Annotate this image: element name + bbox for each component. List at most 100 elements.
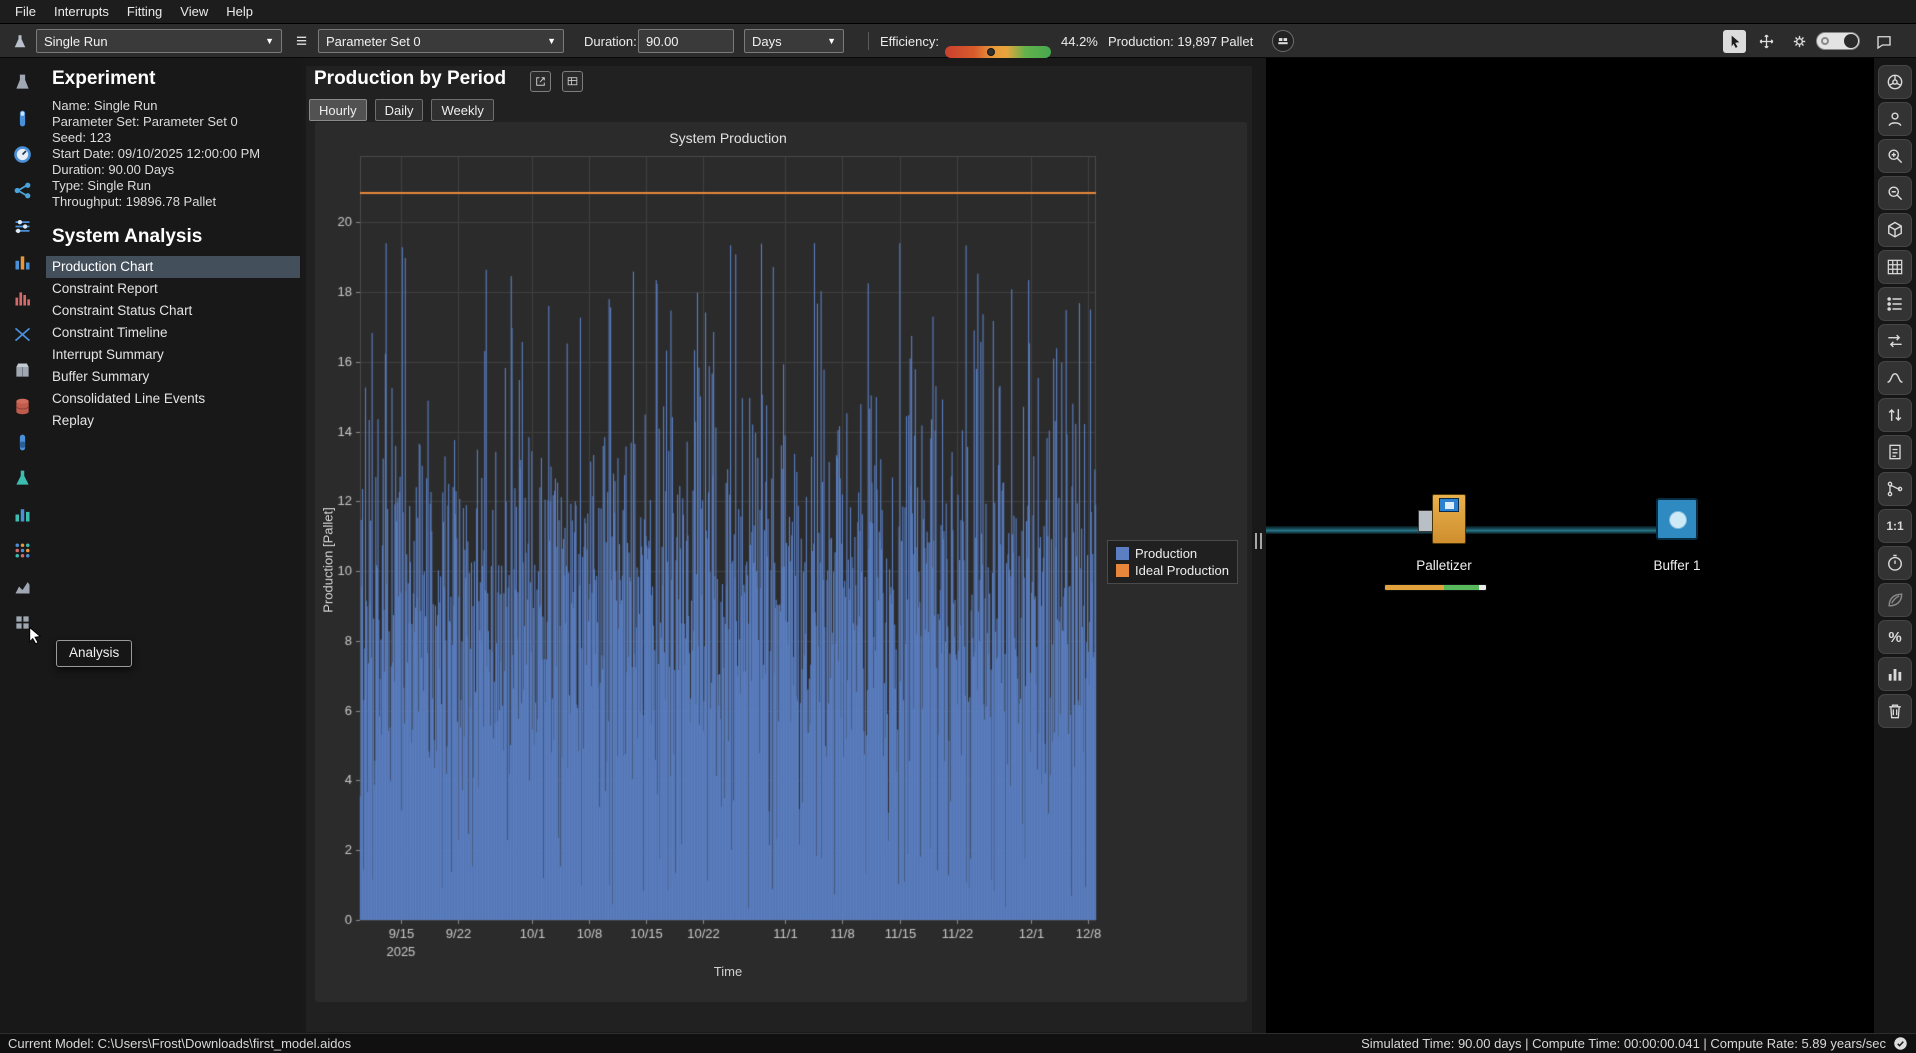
analysis-item-constraint-report[interactable]: Constraint Report xyxy=(46,278,300,300)
duration-input[interactable] xyxy=(638,29,734,53)
legend-label: Production xyxy=(1135,546,1197,561)
share-nodes-icon[interactable] xyxy=(8,176,36,204)
production-value: Production: 19,897 Pallet xyxy=(1108,24,1253,58)
analysis-item-replay[interactable]: Replay xyxy=(46,410,300,432)
menu-fitting[interactable]: Fitting xyxy=(118,0,171,23)
sort-button[interactable] xyxy=(1878,398,1912,432)
actual-size-button[interactable]: 1:1 xyxy=(1878,509,1912,543)
menu-help[interactable]: Help xyxy=(217,0,262,23)
progress-segment xyxy=(1444,585,1479,590)
statistics-button[interactable] xyxy=(1878,657,1912,691)
run-mode-select[interactable]: Single Run ▼ xyxy=(36,29,282,53)
analysis-tooltip: Analysis xyxy=(56,640,132,667)
analysis-item-constraint-status-chart[interactable]: Constraint Status Chart xyxy=(46,300,300,322)
conveyor-line[interactable] xyxy=(1266,525,1672,535)
experiment-name-field: Name: Single Run xyxy=(52,98,294,114)
menu-file[interactable]: File xyxy=(6,0,45,23)
parameter-set-select[interactable]: Parameter Set 0 ▼ xyxy=(318,29,564,53)
experiment-beaker-icon[interactable] xyxy=(8,68,36,96)
efficiency-value: 44.2% xyxy=(1061,24,1098,58)
vial-icon[interactable] xyxy=(8,428,36,456)
open-external-button[interactable] xyxy=(530,71,551,92)
zoom-in-button[interactable] xyxy=(1878,139,1912,173)
analysis-item-production-chart[interactable]: Production Chart xyxy=(46,256,300,278)
percent-button[interactable]: % xyxy=(1878,620,1912,654)
period-tabs: Hourly Daily Weekly xyxy=(309,99,494,121)
status-bar: Current Model: C:\Users\Frost\Downloads\… xyxy=(0,1033,1916,1053)
walkthrough-button[interactable] xyxy=(1878,102,1912,136)
analysis-item-constraint-timeline[interactable]: Constraint Timeline xyxy=(46,322,300,344)
grid-view-button[interactable] xyxy=(1878,250,1912,284)
menu-interrupts[interactable]: Interrupts xyxy=(45,0,118,23)
chart-title: System Production xyxy=(360,130,1096,146)
delete-button[interactable] xyxy=(1878,694,1912,728)
curve-button[interactable] xyxy=(1878,361,1912,395)
tab-hourly[interactable]: Hourly xyxy=(309,99,367,121)
y-axis-label: Production [Pallet] xyxy=(321,507,336,613)
navigate-button[interactable] xyxy=(1878,65,1912,99)
seed-gauge-icon[interactable] xyxy=(8,140,36,168)
person-icon xyxy=(1885,109,1905,129)
analysis-item-buffer-summary[interactable]: Buffer Summary xyxy=(46,366,300,388)
analysis-item-consolidated-line-events[interactable]: Consolidated Line Events xyxy=(46,388,300,410)
palletizer-infeed xyxy=(1418,510,1433,532)
analysis-bars-icon[interactable] xyxy=(8,248,36,276)
settings-button[interactable] xyxy=(1788,30,1811,53)
move-icon xyxy=(1758,33,1775,50)
select-tool-button[interactable] xyxy=(1723,30,1746,53)
open-external-icon xyxy=(534,75,547,88)
zoom-out-button[interactable] xyxy=(1878,176,1912,210)
eco-button[interactable] xyxy=(1878,583,1912,617)
panel-splitter[interactable] xyxy=(1255,533,1262,549)
duration-unit-select[interactable]: Days ▼ xyxy=(744,29,844,53)
experiment-throughput-field: Throughput: 19896.78 Pallet xyxy=(52,194,294,210)
database-icon[interactable] xyxy=(8,392,36,420)
swap-button[interactable] xyxy=(1878,324,1912,358)
bar-chart-icon[interactable] xyxy=(8,500,36,528)
parameter-vial-icon[interactable] xyxy=(8,104,36,132)
caret-down-icon: ▼ xyxy=(539,36,556,46)
current-model-path: Current Model: C:\Users\Frost\Downloads\… xyxy=(8,1036,351,1051)
analysis-item-interrupt-summary[interactable]: Interrupt Summary xyxy=(46,344,300,366)
menu-view[interactable]: View xyxy=(171,0,217,23)
production-pallet-button[interactable] xyxy=(1272,30,1294,52)
tab-daily[interactable]: Daily xyxy=(375,99,424,121)
menu-toggle-button[interactable]: ≡ xyxy=(290,30,313,53)
experiment-parameter-set-field: Parameter Set: Parameter Set 0 xyxy=(52,114,294,130)
legend-row-ideal: Ideal Production xyxy=(1116,562,1229,579)
chat-button[interactable] xyxy=(1872,30,1895,53)
palletizer-label: Palletizer xyxy=(1384,558,1504,573)
x-axis-label: Time xyxy=(360,964,1096,979)
sliders-icon[interactable] xyxy=(8,212,36,240)
list-view-button[interactable] xyxy=(1878,287,1912,321)
3d-view-button[interactable] xyxy=(1878,213,1912,247)
package-icon[interactable] xyxy=(8,356,36,384)
status-check-icon[interactable] xyxy=(1893,1036,1908,1051)
theme-toggle[interactable] xyxy=(1816,32,1860,50)
model-flask-icon xyxy=(8,30,31,53)
timer-button[interactable] xyxy=(1878,546,1912,580)
dot-grid-icon[interactable] xyxy=(8,536,36,564)
efficiency-label: Efficiency: xyxy=(880,24,939,58)
production-swatch xyxy=(1116,547,1129,560)
caret-down-icon: ▼ xyxy=(257,36,274,46)
simulation-view[interactable]: Palletizer Buffer 1 xyxy=(1266,58,1874,1033)
buffer-station[interactable] xyxy=(1656,498,1698,540)
merge-arrows-icon[interactable] xyxy=(8,320,36,348)
flask-icon xyxy=(11,33,29,51)
legend-row-production: Production xyxy=(1116,545,1229,562)
export-chart-button[interactable] xyxy=(562,71,583,92)
area-chart-icon[interactable] xyxy=(8,572,36,600)
branch-button[interactable] xyxy=(1878,472,1912,506)
pan-tool-button[interactable] xyxy=(1755,30,1778,53)
tab-weekly[interactable]: Weekly xyxy=(431,99,493,121)
buffer-label: Buffer 1 xyxy=(1617,558,1737,573)
chat-bubble-icon xyxy=(1875,33,1893,51)
document-button[interactable] xyxy=(1878,435,1912,469)
flask-icon[interactable] xyxy=(8,464,36,492)
histogram-icon[interactable] xyxy=(8,284,36,312)
duration-unit-value: Days xyxy=(752,34,782,49)
legend-label: Ideal Production xyxy=(1135,563,1229,578)
grid-icon xyxy=(1885,257,1905,277)
palletizer-machine[interactable] xyxy=(1418,494,1468,546)
